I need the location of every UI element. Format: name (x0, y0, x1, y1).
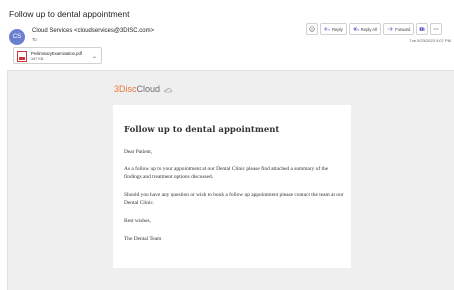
to-label: To (32, 37, 37, 42)
attachment-card[interactable]: PreliminaryExamination.pdf 187 KB ⌄ (13, 47, 102, 64)
closing-text: Best wishes, (124, 218, 151, 224)
teams-icon (419, 27, 426, 31)
forward-label: Forward (395, 26, 411, 32)
body-paragraph-2: Should you have any question or wish to … (124, 192, 344, 207)
attachment-size: 187 KB (31, 57, 44, 61)
brand-logo: 3DiscCloud (114, 84, 172, 94)
message-title: Follow up to dental appointment (124, 125, 280, 135)
emoji-reaction-button[interactable] (306, 23, 318, 35)
body-paragraph-1: As a follow up to your appointment at ou… (124, 166, 329, 181)
more-icon (434, 28, 439, 30)
chevron-down-icon[interactable]: ⌄ (92, 53, 97, 60)
message-toolbar: Reply Reply All Forward (306, 23, 443, 35)
teams-share-button[interactable] (416, 23, 429, 35)
sender-address[interactable]: Cloud Services <cloudservices@3DISC.com> (32, 28, 154, 34)
email-subject: Follow up to dental appointment (9, 9, 130, 19)
pdf-icon (17, 51, 27, 62)
reply-icon (324, 26, 330, 32)
more-actions-button[interactable] (430, 23, 443, 35)
reply-all-button[interactable]: Reply All (348, 23, 382, 35)
forward-icon (387, 26, 393, 32)
reply-all-label: Reply All (360, 26, 378, 32)
reply-label: Reply (332, 26, 343, 32)
message-card: Follow up to dental appointment Dear Pat… (113, 105, 351, 268)
logo-part-3disc: 3Disc (114, 84, 137, 94)
cloud-icon (163, 87, 172, 92)
greeting-text: Dear Patient, (124, 149, 153, 155)
forward-button[interactable]: Forward (383, 23, 415, 35)
attachment-name: PreliminaryExamination.pdf (31, 51, 82, 56)
logo-part-cloud: Cloud (136, 84, 161, 94)
sender-avatar[interactable]: CS (9, 29, 25, 45)
reply-button[interactable]: Reply (320, 23, 347, 35)
message-datetime: Tue 5/23/2023 5:07 PM (409, 38, 451, 43)
emoji-icon (309, 26, 315, 32)
signature-text: The Dental Team (124, 236, 162, 242)
reply-all-icon (352, 27, 359, 31)
